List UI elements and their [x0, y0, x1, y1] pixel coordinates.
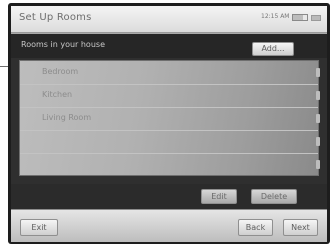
- list-item-empty[interactable]: [20, 130, 320, 154]
- row-scroll-marker: [316, 68, 320, 77]
- list-item-empty[interactable]: [20, 153, 320, 176]
- list-item[interactable]: Bedroom: [20, 61, 320, 85]
- title-bar: Set Up Rooms 12:15 AM: [11, 6, 327, 33]
- row-scroll-marker: [316, 160, 320, 169]
- edit-room-button[interactable]: Edit: [201, 189, 237, 204]
- rooms-panel-heading: Rooms in your house: [21, 40, 105, 49]
- navigation-bar: Exit Back Next: [11, 209, 327, 242]
- rooms-panel: Rooms in your house Add... Bedroom Kitch…: [11, 34, 327, 210]
- room-label: Living Room: [42, 113, 92, 122]
- wizard-screenshot: Set Up Rooms 12:15 AM Rooms in your hous…: [0, 0, 331, 246]
- row-scroll-marker: [316, 114, 320, 123]
- room-label: Kitchen: [42, 90, 73, 99]
- room-label: Bedroom: [42, 67, 79, 76]
- signal-icon: [311, 15, 321, 21]
- next-button[interactable]: Next: [283, 219, 318, 236]
- list-item[interactable]: Kitchen: [20, 84, 320, 108]
- row-scroll-marker: [316, 137, 320, 146]
- battery-icon: [292, 14, 308, 21]
- window-title: Set Up Rooms: [19, 12, 92, 23]
- exit-button[interactable]: Exit: [20, 219, 58, 236]
- add-room-button[interactable]: Add...: [252, 42, 294, 56]
- rooms-panel-footer: Edit Delete: [11, 184, 327, 210]
- rooms-panel-header: Rooms in your house Add...: [11, 34, 327, 58]
- delete-room-button[interactable]: Delete: [251, 189, 297, 204]
- back-button[interactable]: Back: [238, 219, 273, 236]
- clock: 12:15 AM: [261, 13, 290, 20]
- device-frame: Set Up Rooms 12:15 AM Rooms in your hous…: [8, 3, 330, 244]
- row-scroll-marker: [316, 91, 320, 100]
- screen: Set Up Rooms 12:15 AM Rooms in your hous…: [11, 6, 327, 242]
- list-item[interactable]: Living Room: [20, 107, 320, 131]
- rooms-list: Bedroom Kitchen Living Room: [19, 60, 320, 176]
